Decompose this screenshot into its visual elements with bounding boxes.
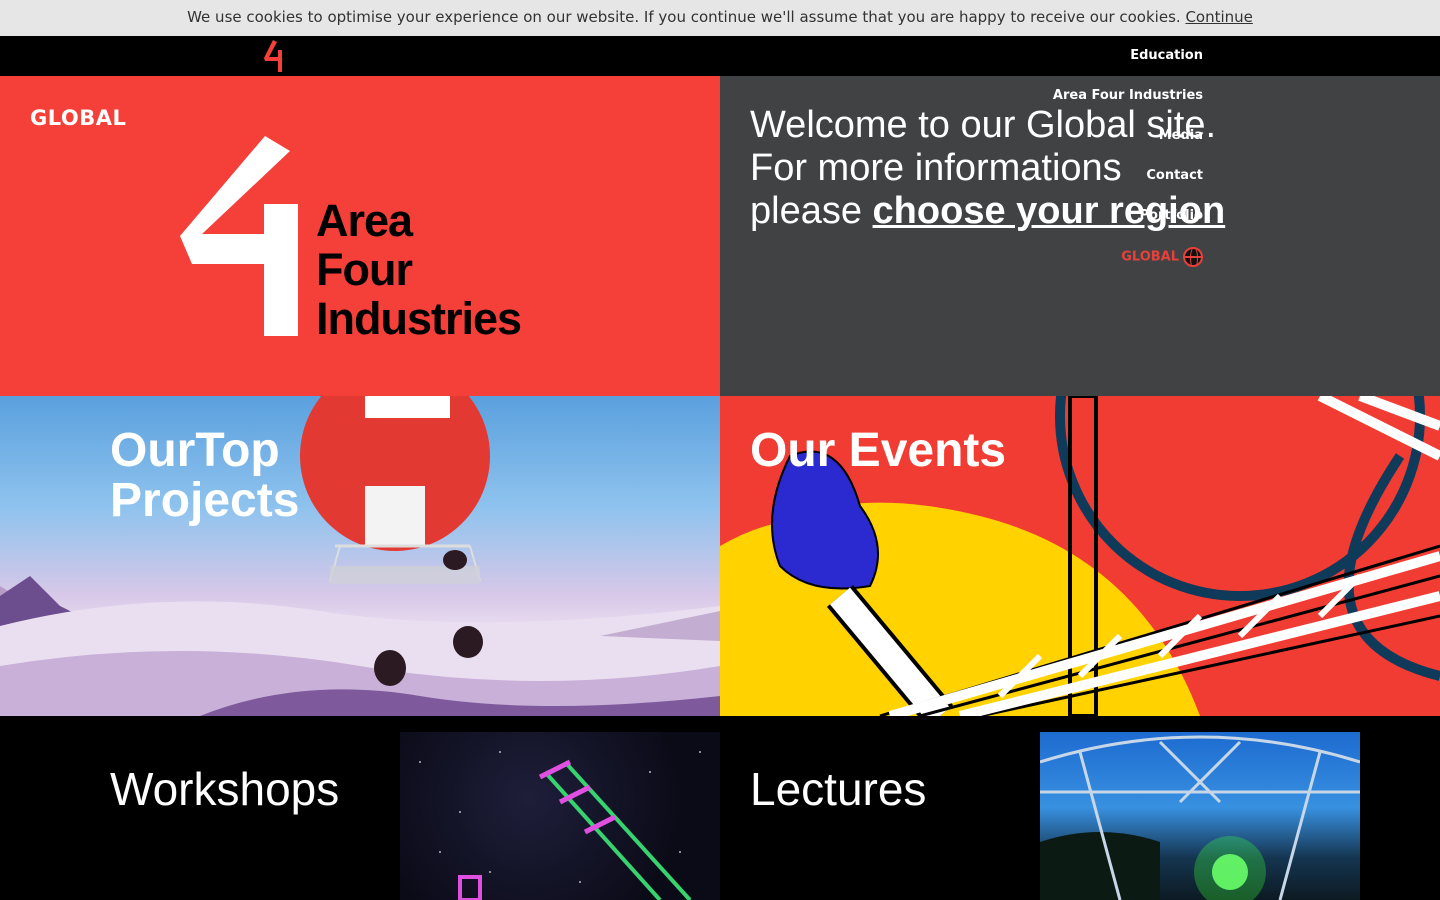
projects-title-line-2: Projects xyxy=(110,474,300,527)
brand-line-area: Area xyxy=(316,195,413,246)
hero-region-label: GLOBAL xyxy=(30,106,127,130)
workshops-link[interactable]: Workshops xyxy=(110,762,339,816)
projects-tile-title: OurTop Projects xyxy=(110,426,299,526)
top-navigation-bar xyxy=(0,36,1440,76)
area-four-large-logo-icon xyxy=(180,136,298,336)
main-menu: Education Area Four Industries Media Con… xyxy=(1053,47,1203,287)
brand-line-four: Four xyxy=(316,244,413,295)
workshops-image xyxy=(419,751,701,900)
events-tile-title: Our Events xyxy=(750,424,1007,477)
cookie-message: We use cookies to optimise your experien… xyxy=(187,8,1181,26)
bottom-tiles-row: Workshops Lectures xyxy=(0,716,1440,900)
globe-icon xyxy=(1183,247,1203,267)
brand-line-industries: Industries xyxy=(316,293,522,344)
brand-wordmark: Area Four Industries xyxy=(316,195,522,344)
lectures-link[interactable]: Lectures xyxy=(750,762,926,816)
welcome-line-3-prefix: please xyxy=(750,190,862,232)
menu-item-contact[interactable]: Contact xyxy=(1053,167,1203,207)
menu-item-portfolio[interactable]: Portfolio xyxy=(1053,207,1203,247)
region-label: GLOBAL xyxy=(1121,249,1179,265)
lectures-image xyxy=(1040,735,1360,900)
cookie-continue-link[interactable]: Continue xyxy=(1185,8,1252,26)
area-four-logo-icon[interactable] xyxy=(263,40,285,72)
menu-item-region-global[interactable]: GLOBAL xyxy=(1053,247,1203,287)
projects-tile[interactable]: OurTop Projects xyxy=(0,396,720,716)
menu-item-media[interactable]: Media xyxy=(1053,127,1203,167)
menu-item-area-four-industries[interactable]: Area Four Industries xyxy=(1053,87,1203,127)
hero-brand-panel: GLOBAL Area Four Industries xyxy=(0,76,720,396)
events-tile[interactable]: Our Events xyxy=(720,396,1440,716)
workshops-thumbnail[interactable] xyxy=(400,732,720,900)
menu-item-education[interactable]: Education xyxy=(1053,47,1203,87)
lectures-thumbnail[interactable] xyxy=(1040,732,1360,900)
cookie-bar: We use cookies to optimise your experien… xyxy=(0,0,1440,36)
projects-title-line-1: OurTop xyxy=(110,424,280,477)
projects-background-image xyxy=(0,396,720,716)
